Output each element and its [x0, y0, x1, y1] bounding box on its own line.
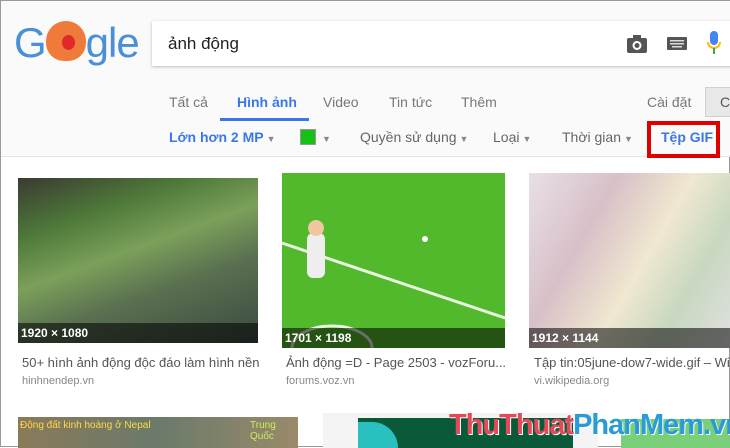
watermark-part: PhanMem [573, 409, 704, 441]
image-overlay-text: Trung Quốc [250, 420, 276, 442]
caret-down-icon: ▼ [624, 134, 633, 144]
doodle-bird-icon [45, 21, 86, 61]
caret-down-icon: ▼ [322, 134, 331, 144]
active-tab-indicator [220, 118, 309, 121]
tab-all[interactable]: Tất cả [169, 94, 208, 110]
microphone-icon[interactable] [707, 31, 721, 57]
result-domain[interactable]: hinhnendep.vn [22, 375, 94, 387]
type-filter-label: Loại [493, 129, 520, 145]
tab-images[interactable]: Hình ảnh [237, 94, 297, 110]
time-filter-label: Thời gian [562, 129, 621, 145]
color-filter-swatch[interactable] [300, 129, 316, 145]
tab-video[interactable]: Video [323, 94, 359, 110]
caret-down-icon: ▼ [522, 134, 532, 144]
search-box[interactable]: ảnh động [152, 21, 730, 66]
google-logo[interactable]: Ggle [14, 19, 140, 67]
tab-more[interactable]: Thêm [461, 94, 497, 110]
usage-rights-filter[interactable]: Quyền sử dụng ▼ [360, 129, 468, 145]
soccer-field-graphic [282, 220, 505, 348]
keyboard-icon[interactable] [667, 37, 687, 50]
result-title[interactable]: 50+ hình ảnh động độc đáo làm hình nền [22, 355, 259, 370]
result-title[interactable]: Ảnh động =D - Page 2503 - vozForu... [286, 355, 506, 370]
result-title[interactable]: Tập tin:05june-dow7-wide.gif – Wiki [534, 355, 730, 370]
tools-button[interactable]: C [705, 87, 730, 117]
image-overlay-text: Động đất kinh hoàng ở Nepal [20, 420, 151, 431]
image-dimensions: 1920 × 1080 [18, 323, 258, 343]
size-filter-label: Lớn hơn 2 MP [169, 129, 264, 145]
result-domain[interactable]: forums.voz.vn [286, 375, 354, 387]
settings-link[interactable]: Cài đặt [647, 94, 691, 110]
result-domain[interactable]: vi.wikipedia.org [534, 375, 609, 387]
watermark: ThuThuatPhanMem.vn [449, 409, 730, 442]
watermark-part: .vn [703, 409, 730, 441]
image-dimensions: 1701 × 1198 [282, 328, 505, 348]
search-input[interactable]: ảnh động [168, 34, 239, 54]
caret-down-icon: ▼ [266, 134, 276, 144]
type-filter[interactable]: Loại ▼ [493, 129, 531, 145]
result-image-3[interactable]: 1912 × 1144 [529, 173, 730, 348]
result-image-4[interactable]: Động đất kinh hoàng ở Nepal Trung Quốc [18, 417, 298, 448]
tab-news[interactable]: Tin tức [389, 94, 432, 110]
color-filter-caret[interactable]: ▼ [319, 129, 331, 145]
caret-down-icon: ▼ [459, 134, 469, 144]
size-filter[interactable]: Lớn hơn 2 MP ▼ [169, 129, 276, 145]
result-image-2[interactable]: 1701 × 1198 [282, 173, 505, 348]
highlight-box [647, 121, 720, 158]
header: Ggle ảnh động Tất cả Hình ảnh Video Tin … [1, 1, 730, 158]
watermark-part: ThuThuat [449, 409, 574, 441]
image-dimensions: 1912 × 1144 [529, 328, 730, 348]
usage-rights-label: Quyền sử dụng [360, 129, 457, 145]
result-image-1[interactable]: 1920 × 1080 [18, 178, 258, 343]
camera-icon[interactable] [626, 34, 648, 54]
time-filter[interactable]: Thời gian ▼ [562, 129, 633, 145]
